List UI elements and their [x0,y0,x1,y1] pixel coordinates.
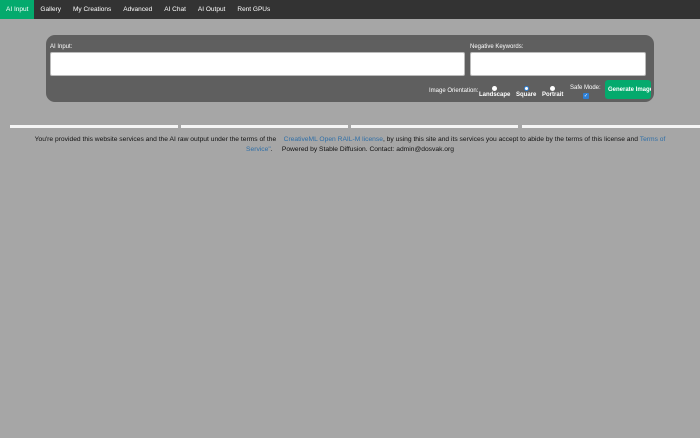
ai-input-label: AI Input: [50,44,73,50]
nav-item-ai-input[interactable]: AI Input [0,0,35,19]
terms-link-part1[interactable]: Terms of [640,136,666,143]
landscape-radio[interactable] [492,86,498,91]
gallery-strip-4 [522,125,700,128]
portrait-label: Portrait [542,92,564,98]
image-orientation-label: Image Orientation: [429,88,479,94]
square-label: Square [516,92,537,98]
nav-item-ai-chat[interactable]: AI Chat [158,0,192,19]
terms-link-part2[interactable]: Service" [246,146,271,153]
gallery-strip-3 [351,125,518,128]
checkmark-icon: ✓ [583,93,589,99]
square-radio[interactable] [523,86,529,91]
license-link[interactable]: CreativeML Open RAIL-M license [284,136,383,143]
ai-input-panel: AI Input: Negative Keywords: Image Orien… [46,35,654,102]
ai-input-field[interactable] [50,52,465,76]
gallery-strip-2 [181,125,348,128]
safe-mode-label: Safe Mode: [570,85,601,91]
nav-item-rent-gpus[interactable]: Rent GPUs [231,0,276,19]
footer-text-3: . Powered by Stable Diffusion. Contact: … [270,145,454,153]
gallery-strip-1 [10,125,178,128]
footer-text-1: You're provided this website services an… [34,136,277,143]
landscape-label: Landscape [479,92,511,98]
nav-item-my-creations[interactable]: My Creations [67,0,117,19]
negative-keywords-label: Negative Keywords: [470,44,524,50]
footer-terms: You're provided this website services an… [0,135,700,154]
negative-keywords-field[interactable] [470,52,646,76]
portrait-radio[interactable] [550,86,556,91]
nav-item-ai-output[interactable]: AI Output [192,0,231,19]
top-nav: AI Input Gallery My Creations Advanced A… [0,0,700,19]
orientation-option-portrait[interactable]: Portrait [542,86,563,98]
safe-mode-checkbox[interactable]: ✓ [583,93,589,99]
nav-item-advanced[interactable]: Advanced [117,0,158,19]
nav-item-gallery[interactable]: Gallery [34,0,67,19]
orientation-option-landscape[interactable]: Landscape [479,86,510,98]
footer-text-2: , by using this site and its services yo… [382,136,638,143]
generate-image-button[interactable]: Generate Image [605,80,651,99]
orientation-option-square[interactable]: Square [516,86,536,98]
